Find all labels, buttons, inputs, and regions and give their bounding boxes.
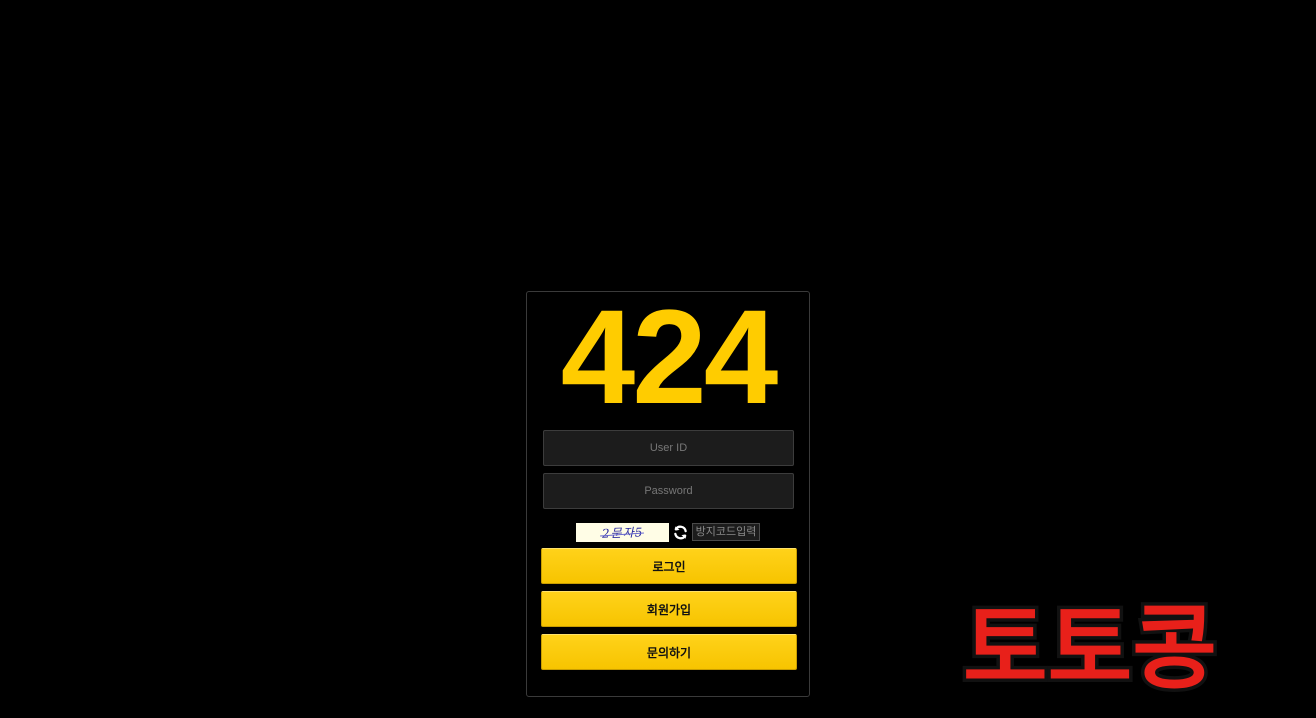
inquiry-button[interactable]: 문의하기 — [541, 634, 797, 670]
user-id-input[interactable] — [543, 430, 794, 466]
captcha-input[interactable] — [692, 523, 760, 541]
captcha-image: 2문자5 — [576, 522, 669, 542]
refresh-icon[interactable] — [671, 523, 689, 541]
page: 424 2문자5 로그인 회원가입 문의하기 토토콩 — [0, 0, 1316, 718]
login-button[interactable]: 로그인 — [541, 548, 797, 584]
password-input[interactable] — [543, 473, 794, 509]
login-panel: 424 2문자5 로그인 회원가입 문의하기 — [526, 291, 810, 697]
captcha-row: 2문자5 — [576, 522, 760, 542]
signup-button[interactable]: 회원가입 — [541, 591, 797, 627]
site-logo: 424 — [560, 283, 779, 432]
watermark-logo: 토토콩 — [960, 594, 1221, 698]
watermark-text: 토토콩 — [963, 595, 1217, 698]
